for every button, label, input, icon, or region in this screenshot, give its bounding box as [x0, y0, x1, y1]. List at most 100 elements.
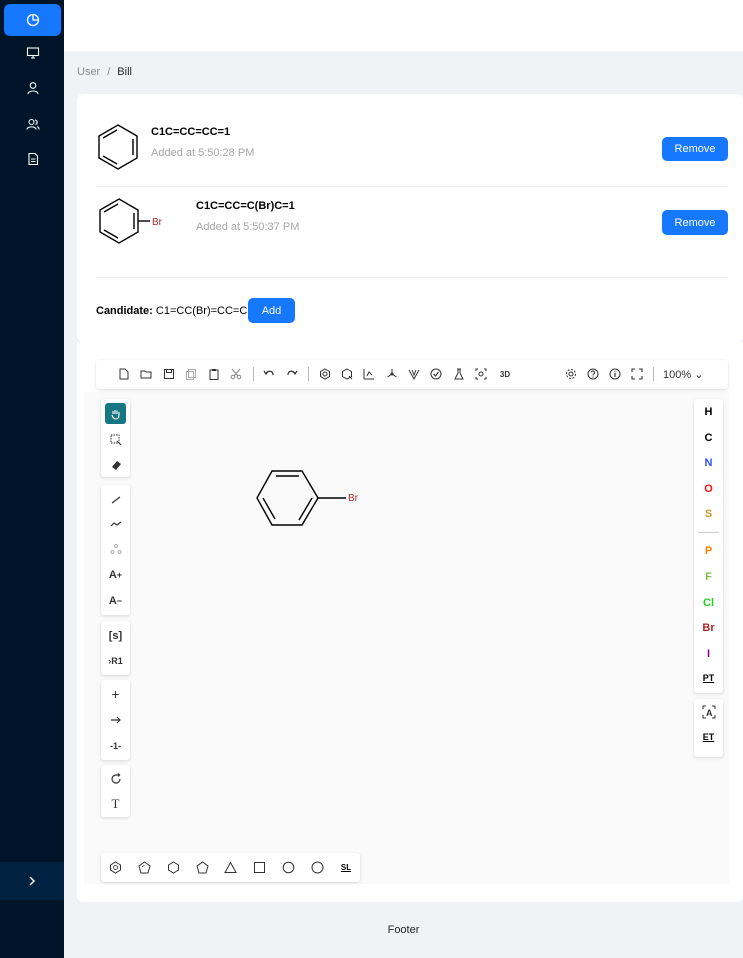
chain-icon[interactable] [105, 513, 126, 534]
cyclohexane-template-icon[interactable] [166, 860, 180, 874]
molecule-smiles: C1C=CC=CC=1 [151, 126, 231, 138]
reaction-mapping-icon[interactable]: -1- [105, 735, 126, 756]
sidebar-item-desktop[interactable] [4, 37, 61, 69]
molecule-list-card: C1C=CC=CC=1 Added at 5:50:28 PM Remove B… [77, 94, 743, 342]
atom-h[interactable]: H [694, 406, 723, 418]
hand-tool-icon[interactable] [105, 403, 126, 424]
layout-icon[interactable] [362, 367, 376, 381]
atom-p[interactable]: P [694, 545, 723, 557]
cut-icon[interactable] [229, 367, 243, 381]
single-bond-icon[interactable] [105, 489, 126, 510]
sidebar-item-team[interactable] [4, 108, 61, 140]
eraser-icon[interactable] [105, 454, 126, 475]
chevron-right-icon [29, 876, 36, 886]
toolbar-separator [308, 367, 309, 381]
sidebar-item-files[interactable] [4, 143, 61, 175]
sidebar [0, 0, 64, 958]
candidate-label: Candidate: [96, 305, 153, 317]
canvas-molecule[interactable]: Br [256, 468, 366, 530]
redo-icon[interactable] [285, 367, 299, 381]
structure-library-button[interactable]: SL [339, 860, 353, 874]
rotate-icon[interactable] [105, 768, 126, 789]
candidate-row: Candidate: C1=CC(Br)=CC=C1 [96, 305, 253, 317]
user-icon [26, 82, 39, 95]
breadcrumb-user[interactable]: User [77, 66, 100, 78]
undo-icon[interactable] [262, 367, 276, 381]
desktop-icon [26, 47, 39, 59]
reaction-plus-icon[interactable]: + [105, 683, 126, 704]
svg-text:A: A [706, 708, 713, 718]
breadcrumb-current: Bill [117, 66, 132, 78]
new-document-icon[interactable] [117, 367, 131, 381]
help-icon[interactable] [586, 367, 600, 381]
copy-icon[interactable] [184, 367, 198, 381]
selection-tool-icon[interactable] [105, 429, 126, 450]
dearomatize-icon[interactable] [340, 367, 354, 381]
check-structure-icon[interactable] [429, 367, 443, 381]
text-tool-icon[interactable]: T [105, 793, 126, 814]
info-icon[interactable] [608, 367, 622, 381]
zoom-select[interactable]: 100% ⌄ [663, 368, 703, 381]
sidebar-collapse-trigger[interactable] [0, 862, 64, 900]
remove-button[interactable]: Remove [662, 137, 728, 161]
any-atom-icon[interactable]: A [694, 705, 723, 722]
left-toolbar-group-shapes: T [101, 765, 130, 817]
save-icon[interactable] [162, 367, 176, 381]
editor-canvas[interactable]: Br [84, 392, 729, 884]
r-group-attachment-icon[interactable] [105, 538, 126, 559]
settings-icon[interactable] [564, 367, 578, 381]
recognize-icon[interactable] [474, 367, 488, 381]
atom-i[interactable]: I [694, 648, 723, 660]
remove-button[interactable]: Remove [662, 210, 728, 235]
text-tool-label: T [111, 795, 120, 811]
cyclopentane-template-icon[interactable] [195, 860, 209, 874]
cycloheptane-template-icon[interactable] [281, 860, 295, 874]
chevron-down-icon: ⌄ [694, 369, 704, 381]
atom-o[interactable]: O [694, 483, 723, 495]
footer: Footer [64, 902, 743, 958]
charge-plus-icon[interactable]: A + [105, 564, 126, 585]
periodic-table-button[interactable]: PT [694, 673, 723, 683]
benzene-template-icon[interactable] [108, 860, 122, 874]
fullscreen-icon[interactable] [630, 367, 644, 381]
left-toolbar-group-bonds: A + A − [101, 485, 130, 615]
bromobenzene-structure-image: Br [99, 198, 163, 244]
cyclopentadiene-template-icon[interactable] [137, 860, 151, 874]
left-toolbar-group-select [101, 399, 130, 477]
reaction-arrow-icon[interactable] [105, 709, 126, 730]
bromine-label: Br [152, 217, 163, 228]
molecule-row: C1C=CC=CC=1 Added at 5:50:28 PM Remove [96, 116, 728, 186]
aromatize-icon[interactable] [318, 367, 332, 381]
molecule-row: Br C1C=CC=C(Br)C=1 Added at 5:50:37 PM R… [96, 186, 728, 261]
editor-top-toolbar: 3D 100% ⌄ [96, 360, 728, 389]
atom-cl[interactable]: Cl [694, 597, 723, 609]
clean-up-icon[interactable] [385, 367, 399, 381]
atom-n[interactable]: N [694, 457, 723, 469]
candidate-value: C1=CC(Br)=CC=C1 [155, 305, 254, 317]
extended-table-button[interactable]: ET [694, 732, 723, 742]
calculated-values-icon[interactable] [452, 367, 466, 381]
zoom-value: 100% [663, 369, 692, 381]
cyclopropane-template-icon[interactable] [223, 860, 237, 874]
toolbar-separator [653, 367, 654, 381]
atom-s[interactable]: S [694, 508, 723, 520]
sgroup-tool-icon[interactable]: [s] [105, 625, 126, 646]
paste-icon[interactable] [207, 367, 221, 381]
add-button[interactable]: Add [248, 298, 295, 323]
cyclooctane-template-icon[interactable] [310, 860, 324, 874]
sidebar-item-user[interactable] [4, 72, 61, 104]
cyclobutane-template-icon[interactable] [252, 860, 266, 874]
molecule-added-time: Added at 5:50:37 PM [196, 221, 300, 233]
atom-br[interactable]: Br [694, 622, 723, 634]
file-icon [27, 152, 38, 166]
atom-f[interactable]: F [694, 571, 723, 583]
charge-minus-icon[interactable]: A − [105, 590, 126, 611]
atom-c[interactable]: C [694, 432, 723, 444]
rgroup-tool-icon[interactable]: › R1 [105, 650, 126, 671]
3d-viewer-icon[interactable]: 3D [496, 367, 514, 381]
extended-atom-toolbar: A ET [694, 699, 723, 757]
pie-chart-icon [26, 13, 39, 27]
calculate-cip-icon[interactable] [407, 367, 421, 381]
open-folder-icon[interactable] [139, 367, 153, 381]
sidebar-item-dashboard[interactable] [4, 4, 61, 36]
